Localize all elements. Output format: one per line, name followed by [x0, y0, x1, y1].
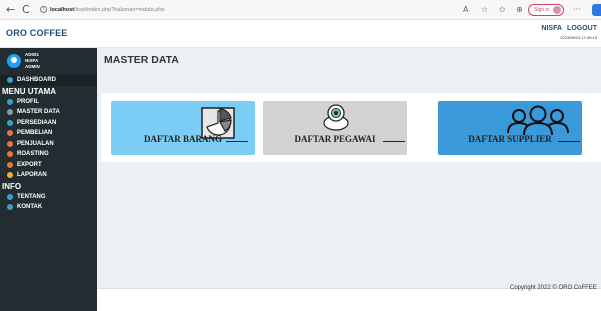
collections-icon[interactable]: ⊕ — [516, 4, 523, 16]
address-bar[interactable]: localhost/kopi/index.php?halaman=mdata.p… — [50, 3, 165, 17]
sidebar-item-label: ROASTING — [17, 151, 49, 158]
logout-link[interactable]: LOGOUT — [567, 25, 597, 32]
sign-in-label: Sign in — [534, 7, 550, 13]
menu-bullet-icon — [7, 98, 13, 105]
sidebar-item-label: DASHBOARD — [17, 77, 56, 84]
user-menu: NISFA LOGOUT — [536, 25, 597, 32]
sign-in-button[interactable]: Sign in — [528, 4, 564, 16]
copyright-text: Copyright 2022 © ORO CoFFEE — [510, 285, 597, 291]
sidebar-item-profil[interactable]: PROFIL — [0, 97, 97, 108]
sidebar-item-penjualan[interactable]: PENJUALAN — [0, 139, 97, 150]
sidebar-item-tentang[interactable]: TENTANG — [0, 192, 97, 203]
employee-icon — [323, 104, 349, 131]
app-header: ORO COFFEE NISFA LOGOUT 2023/06/24 17:49:… — [0, 20, 601, 48]
menu-bullet-icon — [7, 140, 13, 147]
menu-bullet-icon — [7, 151, 13, 158]
sidebar-item-laporan[interactable]: LAPORAN — [0, 170, 97, 181]
browser-toolbar: ← C i localhost/kopi/index.php?halaman=m… — [0, 0, 601, 20]
daftar-barang-button[interactable]: DAFTAR BARANG — [111, 101, 255, 155]
sidebar-item-label: PERSEDIAAN — [17, 119, 57, 126]
reload-icon[interactable]: C — [22, 3, 30, 17]
underline-decoration — [558, 141, 580, 142]
read-aloud-icon[interactable]: A — [463, 4, 468, 16]
dashboard-icon — [7, 77, 13, 84]
favorites-icon[interactable]: ✩ — [499, 4, 506, 16]
card-label: DAFTAR BARANG — [143, 134, 223, 144]
card-label: DAFTAR SUPPLIER — [468, 134, 552, 144]
user-info: AD001 NISFA ADMIN — [25, 52, 40, 70]
sidebar-item-label: MASTER DATA — [17, 109, 60, 116]
sidebar-item-label: KONTAK — [17, 204, 43, 211]
brand-logo[interactable]: ORO COFFEE — [6, 28, 68, 38]
sidebar-item-label: PROFIL — [17, 98, 39, 105]
card-label: DAFTAR PEGAWAI — [294, 134, 376, 144]
sidebar: AD001 NISFA ADMIN DASHBOARD MENU UTAMA P… — [0, 48, 97, 311]
sidebar-item-label: TENTANG — [17, 193, 46, 200]
sidebar-item-label: PEMBELIAN — [17, 130, 53, 137]
sidebar-item-kontak[interactable]: KONTAK — [0, 202, 97, 213]
page-title: MASTER DATA — [104, 54, 179, 66]
sidebar-item-label: LAPORAN — [17, 172, 47, 179]
menu-bullet-icon — [7, 172, 13, 179]
sidebar-item-master-data[interactable]: MASTER DATA — [0, 107, 97, 118]
menu-bullet-icon — [7, 130, 13, 137]
sidebar-item-pembelian[interactable]: PEMBELIAN — [0, 128, 97, 139]
underline-decoration — [383, 141, 405, 142]
url-host: localhost — [50, 7, 75, 13]
back-icon[interactable]: ← — [6, 3, 15, 17]
sidebar-item-export[interactable]: EXPORT — [0, 160, 97, 171]
edge-copilot-icon[interactable] — [592, 4, 601, 16]
profile-avatar-icon — [553, 6, 561, 14]
menu-bullet-icon — [7, 109, 13, 116]
sidebar-item-roasting[interactable]: ROASTING — [0, 149, 97, 160]
main-content: MASTER DATA DAFTAR BARANG DAFTAR PEGAWAI — [97, 48, 601, 311]
daftar-pegawai-button[interactable]: DAFTAR PEGAWAI — [263, 101, 407, 155]
sidebar-item-persediaan[interactable]: PERSEDIAAN — [0, 118, 97, 129]
info-icon[interactable]: i — [40, 6, 47, 13]
sidebar-item-label: EXPORT — [17, 161, 42, 168]
sidebar-item-label: PENJUALAN — [17, 140, 54, 147]
url-path: /kopi/index.php?halaman=mdata.php — [74, 7, 165, 13]
menu-section-header: MENU UTAMA — [2, 86, 57, 96]
favorite-star-icon[interactable]: ☆ — [481, 4, 488, 16]
user-avatar-icon — [7, 54, 21, 68]
group-icon — [507, 105, 569, 136]
daftar-supplier-button[interactable]: DAFTAR SUPPLIER — [438, 101, 582, 155]
underline-decoration — [226, 141, 248, 142]
more-icon[interactable]: ··· — [573, 4, 581, 16]
menu-bullet-icon — [7, 193, 13, 200]
menu-bullet-icon — [7, 161, 13, 168]
datetime: 2023/06/24 17:49:15 — [560, 35, 597, 40]
menu-bullet-icon — [7, 119, 13, 126]
footer — [97, 288, 601, 311]
menu-section-header: INFO — [2, 181, 22, 191]
sidebar-item-dashboard[interactable]: DASHBOARD — [0, 75, 97, 86]
menu-bullet-icon — [7, 204, 13, 211]
user-role: ADMIN — [25, 64, 40, 69]
master-data-panel: DAFTAR BARANG DAFTAR PEGAWAI DAFTAR SUPP… — [101, 93, 601, 162]
username: NISFA — [541, 25, 563, 32]
user-panel: AD001 NISFA ADMIN — [0, 48, 97, 75]
